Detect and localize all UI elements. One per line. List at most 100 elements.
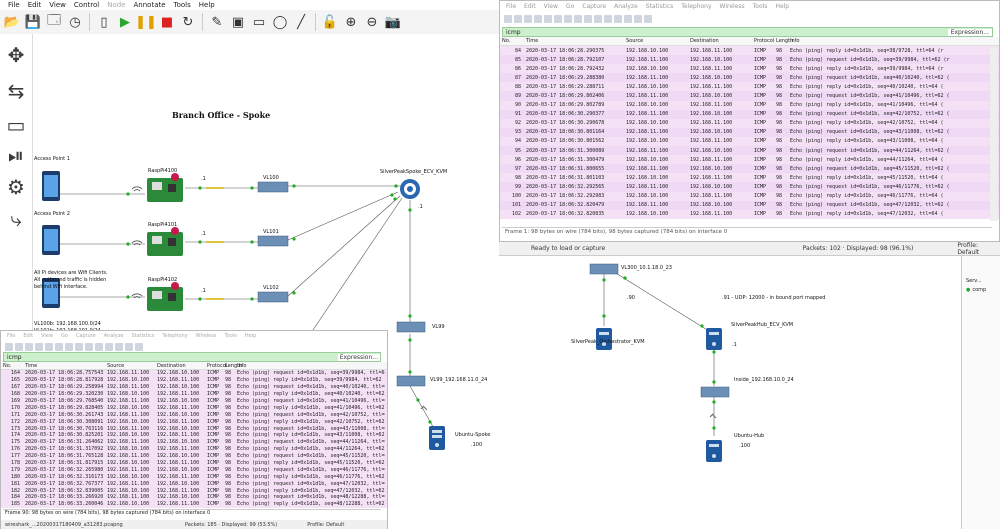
menu-tools[interactable]: Tools — [225, 333, 237, 339]
table-row[interactable]: 169 2020-03-17 18:06:29.768540 192.168.11.… — [1, 397, 387, 405]
image-icon[interactable]: ▣ — [229, 13, 247, 31]
table-row[interactable]: 90 2020-03-17 18:06:29.802789 192.168.10.1… — [500, 100, 999, 110]
server-item[interactable]: ● comp — [962, 284, 1000, 293]
menu-file[interactable]: File — [7, 333, 15, 339]
table-row[interactable]: 167 2020-03-17 18:06:29.258994 192.168.11.… — [1, 383, 387, 391]
menu-node[interactable]: Node — [107, 1, 125, 9]
table-row[interactable]: 179 2020-03-17 18:06:32.265980 192.168.11.… — [1, 466, 387, 474]
column-header[interactable]: Time — [524, 38, 624, 44]
lock-icon[interactable]: 🔓 — [321, 13, 339, 31]
folder-icon[interactable]: 📂 — [3, 13, 21, 31]
table-row[interactable]: 102 2020-03-17 18:06:32.820835 192.168.10.… — [500, 209, 999, 219]
menu-statistics[interactable]: Statistics — [646, 3, 673, 10]
table-row[interactable]: 173 2020-03-17 18:06:30.763116 192.168.11.… — [1, 425, 387, 433]
snapshot-icon[interactable]: 🗔 — [45, 13, 63, 31]
table-row[interactable]: 85 2020-03-17 18:06:28.792107 192.168.11.1… — [500, 55, 999, 65]
menu-telephony[interactable]: Telephony — [681, 3, 711, 10]
packet-list-scrollbar[interactable] — [990, 47, 998, 221]
table-row[interactable]: 89 2020-03-17 18:06:29.802406 192.168.11.1… — [500, 91, 999, 101]
menu-control[interactable]: Control — [74, 1, 99, 9]
zoom-out-icon[interactable]: ⊖ — [363, 13, 381, 31]
camera-icon[interactable]: 📷 — [384, 13, 402, 31]
table-row[interactable]: 91 2020-03-17 18:06:30.290377 192.168.11.1… — [500, 109, 999, 119]
ellipse-icon[interactable]: ◯ — [271, 13, 289, 31]
table-row[interactable]: 180 2020-03-17 18:06:32.316173 192.168.10.… — [1, 473, 387, 481]
save-icon[interactable]: 💾 — [24, 13, 42, 31]
menu-capture[interactable]: Capture — [76, 333, 96, 339]
display-filter-input[interactable]: icmp Expression... — [502, 27, 993, 37]
menu-view[interactable]: View — [49, 1, 66, 9]
table-row[interactable]: 182 2020-03-17 18:06:32.839005 192.168.10.… — [1, 487, 387, 495]
packet-list[interactable]: 84 2020-03-17 18:06:28.290375 192.168.10.1… — [500, 46, 999, 219]
expression-button[interactable]: Expression... — [337, 353, 380, 361]
column-header[interactable]: Protocol — [752, 38, 774, 44]
menu-analyze[interactable]: Analyze — [104, 333, 124, 339]
reload-icon[interactable]: ↻ — [179, 13, 197, 31]
column-header[interactable]: Time — [23, 363, 105, 369]
display-filter-input[interactable]: icmp Expression... — [3, 352, 381, 362]
table-row[interactable]: 99 2020-03-17 18:06:32.292565 192.168.11.1… — [500, 182, 999, 192]
menu-help[interactable]: Help — [199, 1, 215, 9]
table-row[interactable]: 93 2020-03-17 18:06:30.801164 192.168.11.1… — [500, 127, 999, 137]
column-header[interactable]: Info — [788, 38, 978, 44]
table-row[interactable]: 181 2020-03-17 18:06:32.767377 192.168.11.… — [1, 480, 387, 488]
table-row[interactable]: 174 2020-03-17 18:06:30.825201 192.168.10.… — [1, 432, 387, 439]
table-row[interactable]: 87 2020-03-17 18:06:29.288380 192.168.11.1… — [500, 73, 999, 83]
table-row[interactable]: 92 2020-03-17 18:06:30.290678 192.168.10.1… — [500, 118, 999, 128]
table-row[interactable]: 94 2020-03-17 18:06:30.801562 192.168.10.1… — [500, 136, 999, 147]
menu-statistics[interactable]: Statistics — [131, 333, 154, 339]
line-icon[interactable]: ╱ — [292, 13, 310, 31]
stop-icon[interactable]: ■ — [158, 13, 176, 31]
menu-edit[interactable]: Edit — [28, 1, 42, 9]
menu-tools[interactable]: Tools — [174, 1, 191, 9]
table-row[interactable]: 98 2020-03-17 18:06:31.801103 192.168.10.1… — [500, 173, 999, 183]
table-row[interactable]: 95 2020-03-17 18:06:31.300089 192.168.11.1… — [500, 146, 999, 156]
profile-label[interactable]: Profile: Default — [307, 522, 344, 528]
menu-go[interactable]: Go — [566, 3, 574, 10]
expression-button[interactable]: Expression... — [947, 28, 992, 36]
table-row[interactable]: 172 2020-03-17 18:06:30.308091 192.168.10.… — [1, 418, 387, 426]
table-row[interactable]: 184 2020-03-17 18:06:33.266920 192.168.11.… — [1, 494, 387, 501]
edit-icon[interactable]: ✎ — [208, 13, 226, 31]
rectangle-icon[interactable]: ▭ — [250, 13, 268, 31]
table-row[interactable]: 178 2020-03-17 18:06:31.817915 192.168.10.… — [1, 459, 387, 467]
menu-go[interactable]: Go — [61, 333, 68, 339]
table-row[interactable]: 185 2020-03-17 18:06:33.260046 192.168.10.… — [1, 500, 387, 508]
table-row[interactable]: 97 2020-03-17 18:06:31.800655 192.168.11.1… — [500, 164, 999, 174]
table-row[interactable]: 164 2020-03-17 18:06:28.757543 192.168.11.… — [1, 370, 387, 377]
console-icon[interactable]: ▯ — [95, 13, 113, 31]
column-header[interactable]: Length — [774, 38, 793, 44]
table-row[interactable]: 176 2020-03-17 18:06:31.317092 192.168.10.… — [1, 445, 387, 453]
column-header[interactable]: Source — [105, 363, 155, 369]
column-header[interactable]: Destination — [155, 363, 205, 369]
column-header[interactable]: Protocol — [205, 363, 227, 369]
table-row[interactable]: 88 2020-03-17 18:06:29.288711 192.168.10.1… — [500, 82, 999, 92]
menu-wireless[interactable]: Wireless — [196, 333, 217, 339]
table-row[interactable]: 84 2020-03-17 18:06:28.290375 192.168.10.1… — [500, 46, 999, 56]
menu-capture[interactable]: Capture — [582, 3, 606, 10]
table-row[interactable]: 175 2020-03-17 18:06:31.264062 192.168.11.… — [1, 438, 387, 446]
table-row[interactable]: 101 2020-03-17 18:06:32.820479 192.168.11.… — [500, 200, 999, 210]
menu-view[interactable]: View — [41, 333, 53, 339]
menu-file[interactable]: File — [506, 3, 516, 10]
menu-edit[interactable]: Edit — [524, 3, 536, 10]
zoom-in-icon[interactable]: ⊕ — [342, 13, 360, 31]
packet-list[interactable]: 164 2020-03-17 18:06:28.757543 192.168.11.… — [1, 370, 387, 508]
table-row[interactable]: 177 2020-03-17 18:06:31.765128 192.168.11.… — [1, 452, 387, 460]
column-header[interactable]: Destination — [688, 38, 752, 44]
table-row[interactable]: 168 2020-03-17 18:06:29.320230 192.168.10.… — [1, 390, 387, 398]
menu-view[interactable]: View — [544, 3, 558, 10]
menu-help[interactable]: Help — [245, 333, 256, 339]
menu-help[interactable]: Help — [775, 3, 789, 10]
menu-analyze[interactable]: Analyze — [614, 3, 638, 10]
pause-icon[interactable]: ❚❚ — [135, 13, 157, 31]
table-row[interactable]: 96 2020-03-17 18:06:31.300479 192.168.10.1… — [500, 155, 999, 165]
clock-icon[interactable]: ◷ — [66, 13, 84, 31]
table-row[interactable]: 86 2020-03-17 18:06:28.792432 192.168.10.1… — [500, 64, 999, 74]
menu-file[interactable]: File — [8, 1, 20, 9]
column-header[interactable]: Source — [624, 38, 688, 44]
table-row[interactable]: 100 2020-03-17 18:06:32.292983 192.168.10.… — [500, 191, 999, 201]
menu-edit[interactable]: Edit — [23, 333, 33, 339]
profile-label[interactable]: Profile: Default — [957, 242, 1000, 256]
table-row[interactable]: 171 2020-03-17 18:06:30.261743 192.168.11.… — [1, 411, 387, 419]
